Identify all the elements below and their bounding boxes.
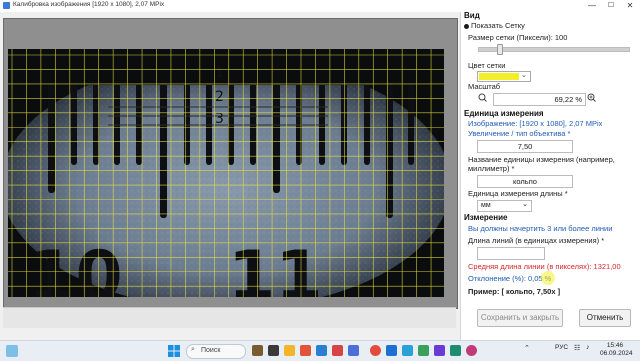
grid-color-select[interactable]: ⌄ <box>477 71 531 82</box>
app-icon-blue[interactable] <box>348 345 359 356</box>
image-scroll-strip[interactable] <box>3 307 456 328</box>
windows-start-icon[interactable] <box>168 345 180 357</box>
grid-color-label: Цвет сетки <box>468 61 506 70</box>
radio-selected-icon <box>464 23 469 29</box>
unit-name-input[interactable]: кольпо <box>477 175 573 188</box>
chevron-down-icon: ⌄ <box>522 201 528 208</box>
average-line-length: Средняя длина линии (в пикселях): 1321,0… <box>468 262 621 271</box>
cancel-button[interactable]: Отменить <box>579 309 631 327</box>
zoom-out-icon[interactable] <box>477 93 488 104</box>
app-icon-cyan[interactable] <box>402 345 413 356</box>
length-unit-select[interactable]: мм ⌄ <box>477 200 532 212</box>
example-text: Пример: [ кольпо, 7,50x ] <box>468 287 561 296</box>
file-explorer-icon[interactable] <box>284 345 295 356</box>
app-icon-teal[interactable] <box>450 345 461 356</box>
grid-color-swatch <box>479 73 519 80</box>
ruler-number-10: 10 <box>28 237 123 297</box>
chrome-icon[interactable] <box>370 345 381 356</box>
network-icon[interactable]: ☷ <box>574 344 580 352</box>
magnification-label: Увеличение / тип объектива * <box>468 129 571 138</box>
taskbar-search[interactable]: ⌕ Поиск <box>186 344 246 359</box>
show-grid-toggle[interactable]: Показать Сетку <box>464 21 525 30</box>
app-icon-magenta[interactable] <box>466 345 477 356</box>
maximize-button[interactable]: ☐ <box>602 0 620 12</box>
close-button[interactable]: ✕ <box>621 0 639 12</box>
edge-icon[interactable] <box>316 345 327 356</box>
word-icon[interactable] <box>386 345 397 356</box>
store-icon[interactable] <box>300 345 311 356</box>
tray-chevron-icon[interactable]: ⌃ <box>524 344 530 352</box>
cursor-highlight <box>541 271 555 285</box>
input-language[interactable]: РУС <box>555 344 568 351</box>
unit-name-label-line2: миллиметр) * <box>468 164 515 173</box>
clock[interactable]: 15:46 06.09.2024 <box>600 342 633 358</box>
clock-date: 06.09.2024 <box>600 350 633 357</box>
line-length-label: Длина линий (в единицах измерения) * <box>468 236 605 245</box>
app-icon-red[interactable] <box>332 345 343 356</box>
clock-time: 15:46 <box>606 342 624 349</box>
app-icon-purple[interactable] <box>434 345 445 356</box>
line-length-input[interactable] <box>477 247 545 260</box>
magnification-input[interactable]: 7,50 <box>477 140 573 153</box>
app-icon-green[interactable] <box>418 345 429 356</box>
grid-size-slider-thumb[interactable] <box>497 44 503 55</box>
zoom-label: Масштаб <box>468 82 501 91</box>
minimize-button[interactable]: — <box>583 0 601 12</box>
length-unit-label: Единица измерения длины * <box>468 189 568 198</box>
zoom-input[interactable]: 69,22 % <box>493 93 586 106</box>
ruler-label-3: 3 <box>215 111 224 127</box>
task-view-icon[interactable] <box>268 345 279 356</box>
ruler-label-1: 1 <box>215 65 224 81</box>
deviation: Отклонение (%): 0,05 % <box>468 274 552 283</box>
ruler-number-11: 11 <box>228 237 323 297</box>
chevron-down-icon: ⌄ <box>521 72 527 79</box>
zoom-in-icon[interactable] <box>586 93 597 104</box>
unit-name-label-line1: Название единицы измерения (например, <box>468 155 615 164</box>
start-hint: Вы должны начертить 3 или более линии <box>468 224 613 233</box>
calibration-image-canvas[interactable]: 1 2 3 10 11 <box>8 49 444 297</box>
volume-icon[interactable]: ♪ <box>586 344 590 351</box>
length-unit-value: мм <box>481 202 491 209</box>
window-title: Калибровка изображения [1920 x 1080], 2,… <box>13 1 165 8</box>
taskbar-app-icon[interactable] <box>252 345 263 356</box>
show-grid-label: Показать Сетку <box>471 21 525 30</box>
ruler-label-2: 2 <box>215 89 224 105</box>
image-info: Изображение: [1920 x 1080], 2,07 MPix <box>468 119 603 128</box>
measurement-header: Измерение <box>464 213 508 222</box>
unit-header: Единица измерения <box>464 109 544 118</box>
search-placeholder: Поиск <box>201 347 221 354</box>
grid-size-label: Размер сетки (Пиксели): 100 <box>468 33 568 42</box>
widgets-icon[interactable] <box>6 345 18 357</box>
app-icon <box>3 2 10 9</box>
ruler-image: 1 2 3 10 11 <box>8 49 444 297</box>
taskbar: ⌕ Поиск ⌃ РУС ☷ ♪ 15:46 06.09.2024 <box>0 340 640 361</box>
view-header: Вид <box>464 11 480 20</box>
save-and-close-button[interactable]: Сохранить и закрыть <box>477 309 563 327</box>
search-icon: ⌕ <box>191 346 195 353</box>
